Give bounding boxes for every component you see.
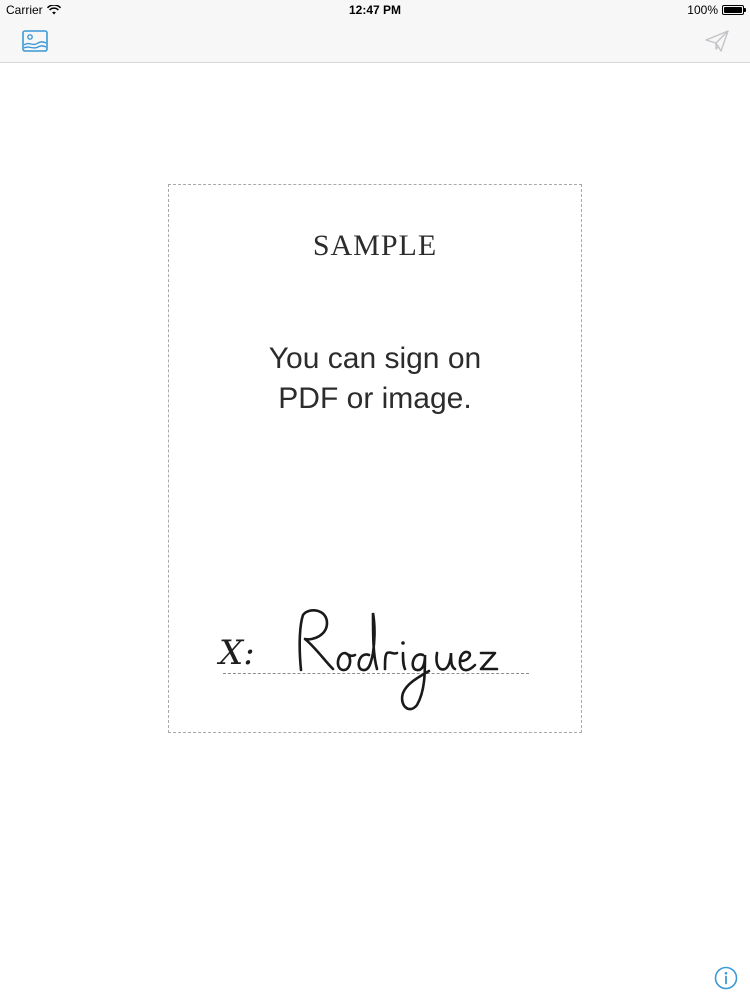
document-line-1: You can sign on [268, 342, 482, 375]
battery-fill [724, 7, 742, 13]
document-title: SAMPLE [312, 229, 438, 262]
info-button[interactable] [714, 966, 738, 990]
open-photo-button[interactable] [20, 26, 50, 56]
signature-area[interactable]: X: [209, 585, 549, 725]
battery-percent: 100% [687, 3, 718, 17]
signature-label: X: [219, 633, 255, 673]
battery-icon [722, 5, 746, 15]
document-line-2: PDF or image. [278, 382, 472, 415]
send-button[interactable] [702, 26, 732, 56]
document-body: You can sign on PDF or image. [169, 339, 581, 419]
status-bar: Carrier 12:47 PM 100% [0, 0, 750, 20]
info-icon [714, 966, 738, 990]
signature-image [298, 609, 499, 711]
photo-icon [22, 30, 48, 52]
paper-plane-icon [705, 30, 729, 52]
status-time: 12:47 PM [348, 3, 402, 17]
battery-indicator: 100% [687, 3, 746, 17]
toolbar [0, 20, 750, 63]
sample-document[interactable]: SAMPLE You can sign on PDF or image. X: [168, 184, 582, 733]
